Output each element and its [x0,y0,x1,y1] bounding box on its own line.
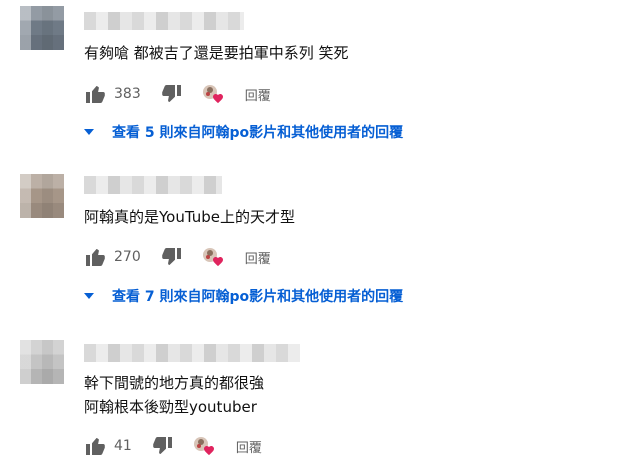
like-count: 41 [114,438,132,454]
like-count: 270 [114,249,141,265]
commenter-avatar[interactable] [20,340,64,384]
thumb-up-icon[interactable] [84,83,106,105]
view-replies-button[interactable]: 查看 7 則來自阿翰po影片和其他使用者的回覆 [84,285,403,307]
reply-button[interactable]: 回覆 [245,248,271,267]
commenter-name-blurred[interactable] [84,344,300,362]
comment-text: 有夠嗆 都被吉了還是要拍軍中系列 笑死 [84,44,349,62]
comment-actions: 383 回覆 [84,82,271,106]
creator-heart-icon [192,435,218,457]
comment-text-line-1: 幹下間號的地方真的都很強 [84,374,265,392]
comment-text-line-2: 阿翰根本後勁型youtuber [84,398,257,416]
like-count: 383 [114,86,141,102]
caret-down-icon [84,129,94,135]
thumb-down-icon[interactable] [161,83,183,105]
thumb-down-icon[interactable] [161,246,183,268]
thumb-up-icon[interactable] [84,246,106,268]
view-replies-label: 查看 7 則來自阿翰po影片和其他使用者的回覆 [112,289,404,305]
commenter-name-blurred[interactable] [84,12,244,30]
thumb-down-icon[interactable] [152,435,174,457]
comment-actions: 270 回覆 [84,245,271,269]
commenter-avatar[interactable] [20,6,64,50]
view-replies-button[interactable]: 查看 5 則來自阿翰po影片和其他使用者的回覆 [84,121,403,143]
comment-text: 阿翰真的是YouTube上的天才型 [84,208,295,226]
commenter-name-blurred[interactable] [84,176,222,194]
caret-down-icon [84,293,94,299]
reply-button[interactable]: 回覆 [245,85,271,104]
thumb-up-icon[interactable] [84,435,106,457]
comment-actions: 41 回覆 [84,434,262,458]
commenter-avatar[interactable] [20,174,64,218]
creator-heart-icon [201,246,227,268]
view-replies-label: 查看 5 則來自阿翰po影片和其他使用者的回覆 [112,125,404,141]
creator-heart-icon [201,83,227,105]
reply-button[interactable]: 回覆 [236,437,262,456]
